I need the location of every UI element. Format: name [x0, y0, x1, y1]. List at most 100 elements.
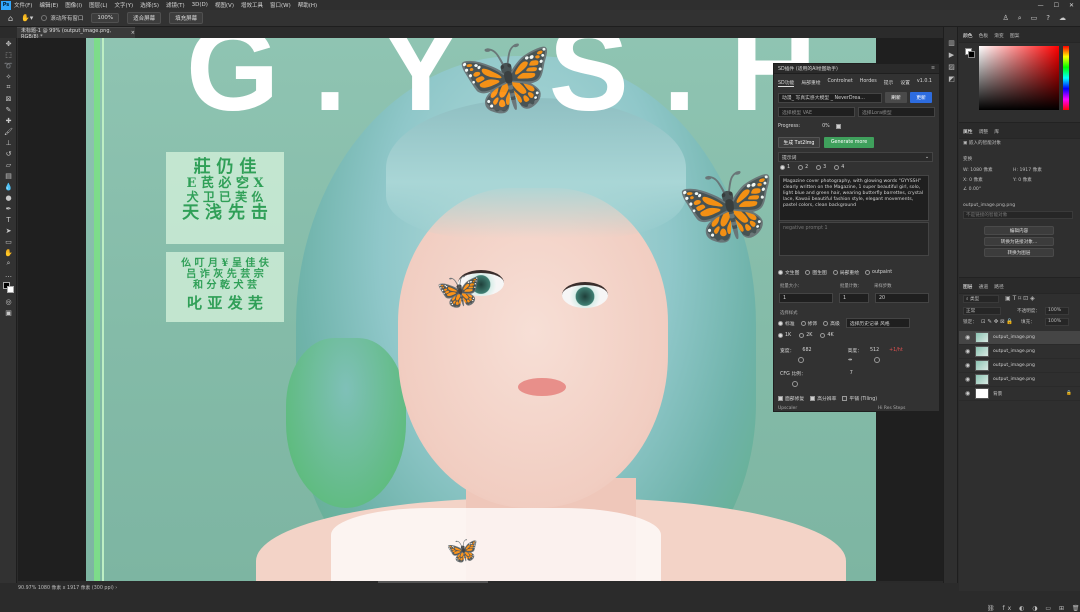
menu-plugins[interactable]: 增效工具 — [241, 1, 263, 9]
prompt-tab-radio-2[interactable] — [798, 165, 804, 170]
layer-item[interactable]: ◉ output_image.png — [959, 373, 1080, 387]
panel-menu-icon[interactable]: ≡ — [931, 66, 935, 71]
brush-tool-icon[interactable]: 🖌 — [0, 126, 17, 137]
hand-tool-icon[interactable]: ✋▾ — [21, 14, 33, 22]
res-modify-radio[interactable] — [800, 320, 806, 326]
prompt-tab-radio-3[interactable] — [816, 165, 822, 170]
smart-object-link-field[interactable]: 不是链接的智能对象 — [963, 211, 1073, 219]
workspace-icon[interactable]: ▭ — [1031, 14, 1038, 23]
blur-tool-icon[interactable]: 💧 — [0, 181, 17, 192]
mode-outpaint-radio[interactable] — [865, 270, 871, 275]
fill-input[interactable]: 100% — [1045, 318, 1069, 326]
menu-file[interactable]: 文件(F) — [14, 1, 32, 9]
tab-color[interactable]: 颜色 — [963, 32, 973, 39]
edit-contents-button[interactable]: 编辑内容 — [984, 226, 1054, 235]
vae-select[interactable]: 选择模型 VAE — [778, 107, 855, 117]
tab-patterns[interactable]: 图案 — [1010, 32, 1020, 39]
model-select[interactable]: 动漫_ 写真实感大模型 _ NeverDrea... — [778, 92, 882, 103]
height-field[interactable]: H: 1917 像素 — [1013, 167, 1042, 173]
progress-checkbox[interactable] — [835, 124, 841, 129]
angle-field[interactable]: ∠ 0.00° — [963, 187, 981, 192]
tab-properties[interactable]: 属性 — [963, 128, 973, 135]
layer-item-background[interactable]: ◉ 背景 🔒 — [959, 387, 1080, 401]
size-4k-radio[interactable] — [820, 333, 826, 338]
batch-size-input[interactable]: 1 — [839, 293, 869, 303]
crop-tool-icon[interactable]: ⌗ — [0, 82, 17, 93]
panel-background-swatch[interactable] — [968, 51, 975, 58]
menu-edit[interactable]: 编辑(E) — [39, 1, 58, 9]
libraries-panel-icon[interactable]: ◩ — [944, 73, 959, 85]
menu-window[interactable]: 窗口(W) — [270, 1, 291, 9]
height-slider-handle[interactable] — [874, 357, 881, 363]
tab-gradients[interactable]: 渐变 — [994, 32, 1004, 39]
tab-libraries[interactable]: 库 — [994, 128, 999, 135]
width-slider-handle[interactable] — [798, 357, 804, 363]
menu-help[interactable]: 帮助(H) — [298, 1, 317, 9]
marquee-tool-icon[interactable]: ⬚ — [0, 49, 17, 60]
fill-screen-button[interactable]: 填充屏幕 — [169, 12, 204, 24]
color-picker-field[interactable] — [979, 46, 1059, 110]
layer-visibility-icon[interactable]: ◉ — [965, 390, 971, 397]
res-standard-radio[interactable] — [778, 320, 783, 326]
refresh-button[interactable]: 刷新 — [885, 92, 907, 103]
history-brush-tool-icon[interactable]: ↺ — [0, 148, 17, 159]
tab-layers[interactable]: 图层 — [963, 283, 973, 290]
magic-wand-tool-icon[interactable]: ✧ — [0, 71, 17, 82]
lora-select[interactable]: 选择Lora模型 — [858, 107, 935, 117]
healing-tool-icon[interactable]: ✚ — [0, 115, 17, 126]
prompt-textarea[interactable]: Magazine cover photography, with glowing… — [779, 175, 929, 221]
menu-3d[interactable]: 3D(D) — [192, 2, 208, 8]
lock-icons[interactable]: ⊡ ✎ ✥ ⊠ 🔒 — [981, 319, 1013, 325]
layer-item[interactable]: ◉ output_image.png — [959, 359, 1080, 373]
generate-more-button[interactable]: Generate more — [824, 137, 874, 148]
update-button[interactable]: 更新 — [910, 92, 932, 103]
stamp-tool-icon[interactable]: ⊥ — [0, 137, 17, 148]
pen-tool-icon[interactable]: ✒ — [0, 203, 17, 214]
sd-panel-header[interactable]: SD插件 (适用的AI绘图助手) ≡ — [774, 64, 939, 74]
negative-prompt-textarea[interactable]: negative prompt 1 — [779, 222, 929, 256]
mode-inpaint-radio[interactable] — [832, 270, 838, 275]
learn-icon[interactable]: ? — [1046, 14, 1050, 23]
lasso-tool-icon[interactable]: ➰ — [0, 60, 17, 71]
menu-view[interactable]: 视图(V) — [215, 1, 234, 9]
y-field[interactable]: Y: 0 像素 — [1013, 177, 1032, 183]
type-tool-icon[interactable]: T — [0, 214, 17, 225]
layer-visibility-icon[interactable]: ◉ — [965, 376, 971, 383]
prompt-tab-radio-1[interactable] — [780, 165, 785, 170]
scroll-all-windows-option[interactable]: 滚动所有窗口 — [41, 14, 83, 22]
home-icon[interactable]: ⌂ — [8, 14, 13, 23]
x-field[interactable]: X: 0 像素 — [963, 177, 983, 183]
path-selection-tool-icon[interactable]: ➤ — [0, 225, 17, 236]
tab-channels[interactable]: 通道 — [979, 283, 989, 290]
frame-tool-icon[interactable]: ⊠ — [0, 93, 17, 104]
search-icon[interactable]: ⌕ — [1018, 14, 1022, 23]
layer-item[interactable]: ◉ output_image.png — [959, 345, 1080, 359]
scroll-all-checkbox[interactable] — [41, 15, 48, 21]
res-advanced-radio[interactable] — [823, 320, 829, 326]
link-dimensions-icon[interactable]: ⇹ — [848, 358, 852, 363]
layer-visibility-icon[interactable]: ◉ — [965, 362, 971, 369]
tab-adjustments[interactable]: 调整 — [979, 128, 989, 135]
mode-img2img-radio[interactable] — [805, 270, 811, 275]
style-history-select[interactable]: 选择历史记录 风格 — [845, 318, 910, 328]
screen-mode-icon[interactable]: ▣ — [0, 307, 17, 318]
swatch-panel-icon[interactable]: ▨ — [944, 61, 959, 73]
cloud-icon[interactable]: ☁ — [1059, 14, 1066, 23]
convert-to-linked-button[interactable]: 转换为链接对象... — [984, 237, 1054, 246]
menu-type[interactable]: 文字(Y) — [115, 1, 134, 9]
layer-visibility-icon[interactable]: ◉ — [965, 348, 971, 355]
size-2k-radio[interactable] — [799, 333, 805, 338]
hires-checkbox[interactable] — [810, 396, 816, 401]
size-1k-radio[interactable] — [778, 333, 783, 338]
color-swatches[interactable] — [0, 280, 17, 296]
width-field[interactable]: W: 1080 像素 — [963, 167, 993, 173]
quick-mask-icon[interactable]: ◎ — [0, 296, 17, 307]
actions-panel-icon[interactable]: ▶ — [944, 49, 959, 61]
batch-count-input[interactable]: 1 — [779, 293, 833, 303]
history-panel-icon[interactable]: ▥ — [944, 37, 959, 49]
artwork-image[interactable]: G.Y.S.H. 🦋 🦋 🦋 🦋 莊 仍 佳 E 芪 必 穵 X 犬 卫 已 芙… — [86, 38, 876, 581]
layers-footer-icons[interactable]: ⛓ fx ◐ ◑ ▭ ⊞ 🗑 — [987, 605, 1080, 612]
mode-txt2img-radio[interactable] — [778, 270, 783, 275]
tab-prompt[interactable]: 提示 — [884, 79, 894, 87]
prompt-tab-radio-4[interactable] — [834, 165, 840, 170]
